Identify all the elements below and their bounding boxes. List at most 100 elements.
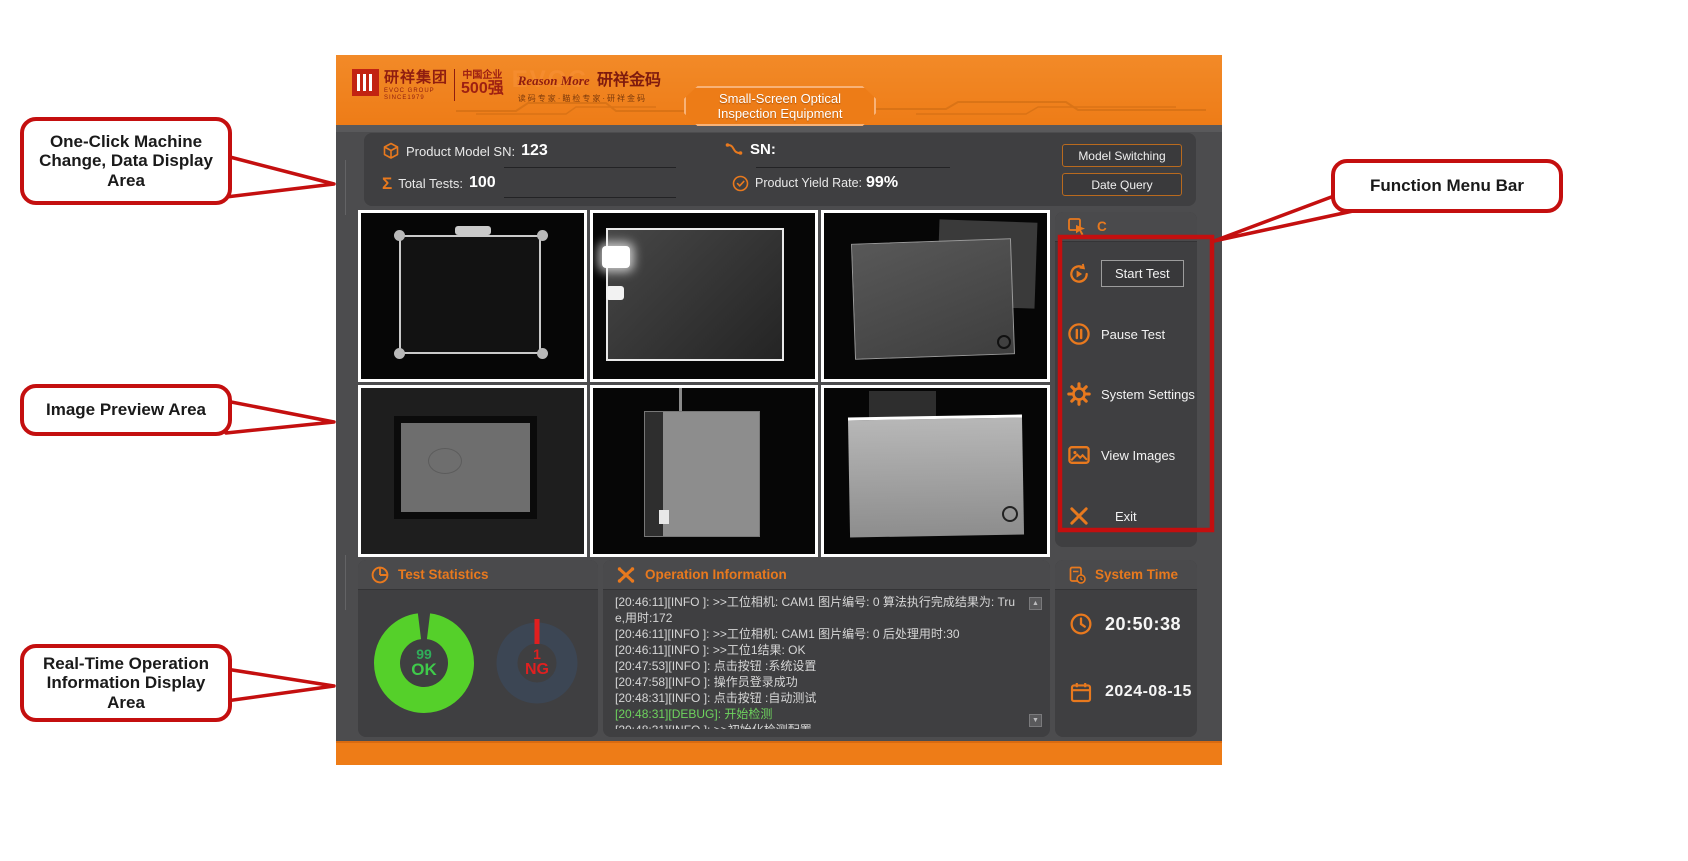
sigma-icon: Σ bbox=[382, 175, 392, 192]
operation-info-header: Operation Information bbox=[603, 560, 1050, 590]
logo-script-text: Reason More bbox=[518, 73, 590, 88]
ng-count: 1 bbox=[533, 647, 541, 662]
app-title-line1: Small-Screen Optical bbox=[719, 91, 841, 106]
preview-image-4 bbox=[358, 385, 587, 557]
system-time-title: System Time bbox=[1095, 567, 1178, 582]
log-line: [20:46:11][INFO ]: >>工位1结果: OK bbox=[615, 642, 1024, 658]
exit-label: Exit bbox=[1115, 509, 1137, 524]
app-title-line2: Inspection Equipment bbox=[717, 106, 842, 121]
date-query-button[interactable]: Date Query bbox=[1062, 173, 1182, 196]
logo-divider bbox=[454, 69, 455, 101]
pause-test-label: Pause Test bbox=[1101, 327, 1165, 342]
sn-label: SN: bbox=[750, 141, 776, 158]
system-time-panel: System Time 20:50:38 2024-08-15 bbox=[1055, 560, 1197, 737]
yield-label: Product Yield Rate: bbox=[755, 176, 862, 190]
function-menu-panel: C Start Test Pause Test bbox=[1055, 212, 1197, 547]
preview-image-5 bbox=[590, 385, 819, 557]
operation-info-title: Operation Information bbox=[645, 567, 787, 582]
logo-rank-top: 中国企业 bbox=[461, 66, 504, 81]
gear-icon bbox=[1067, 382, 1091, 406]
start-test-button[interactable]: Start Test bbox=[1055, 260, 1197, 287]
logo-rank-bottom: 500强 bbox=[461, 81, 504, 97]
log-scroll-up-button[interactable]: ▲ bbox=[1029, 597, 1042, 610]
ok-donut-chart: 99 OK bbox=[368, 607, 480, 719]
callout-image-area: Image Preview Area bbox=[20, 384, 232, 436]
preview-image-3 bbox=[821, 210, 1050, 382]
circuit-decoration-left bbox=[456, 99, 686, 115]
edge-bracket-decoration bbox=[345, 555, 346, 610]
view-images-button[interactable]: View Images bbox=[1055, 444, 1197, 466]
test-statistics-header: Test Statistics bbox=[358, 560, 598, 590]
log-line: [20:47:58][INFO ]: 操作员登录成功 bbox=[615, 674, 1024, 690]
ng-donut-chart: 1 NG bbox=[487, 613, 587, 713]
edge-bracket-decoration bbox=[345, 160, 346, 215]
callout-log-area: Real-Time Operation Information Display … bbox=[20, 644, 232, 722]
test-statistics-panel: Test Statistics 99 OK 1 bbox=[358, 560, 598, 737]
preview-image-6 bbox=[821, 385, 1050, 557]
log-line: [20:46:11][INFO ]: >>工位相机: CAM1 图片编号: 0 … bbox=[615, 594, 1024, 626]
logo-group-en: EVOC GROUP bbox=[384, 88, 448, 94]
log-line: [20:46:11][INFO ]: >>工位相机: CAM1 图片编号: 0 … bbox=[615, 626, 1024, 642]
ok-label: OK bbox=[411, 661, 437, 679]
circuit-decoration-right bbox=[876, 99, 1206, 115]
data-display-panel: Product Model SN: 123 Σ Total Tests: 100… bbox=[364, 133, 1196, 206]
logo-brand-name: 研祥金码 bbox=[597, 72, 661, 89]
callout-tail-image-area bbox=[226, 401, 334, 433]
exit-x-icon bbox=[1067, 504, 1091, 528]
yield-check-icon bbox=[732, 175, 749, 192]
current-date: 2024-08-15 bbox=[1105, 683, 1192, 701]
pause-test-button[interactable]: Pause Test bbox=[1055, 322, 1197, 346]
doc-clock-icon bbox=[1067, 565, 1087, 585]
log-line: [20:48:31][INFO ]: 点击按钮 :自动测试 bbox=[615, 690, 1024, 706]
view-images-label: View Images bbox=[1101, 448, 1175, 463]
sn-connector-icon bbox=[724, 140, 744, 158]
model-switching-button[interactable]: Model Switching bbox=[1062, 144, 1182, 167]
system-settings-button[interactable]: System Settings bbox=[1055, 382, 1197, 406]
product-model-value: 123 bbox=[521, 142, 548, 160]
exit-button[interactable]: Exit bbox=[1055, 504, 1197, 528]
logo-since: SINCE1979 bbox=[384, 95, 448, 101]
log-line: [20:47:53][INFO ]: 点击按钮 :系统设置 bbox=[615, 658, 1024, 674]
ng-label: NG bbox=[525, 662, 549, 679]
system-time-header: System Time bbox=[1055, 560, 1197, 590]
callout-menu-area: Function Menu Bar bbox=[1331, 159, 1563, 213]
app-header: 研祥集团 EVOC GROUP SINCE1979 中国企业 500强 EVOC… bbox=[336, 55, 1222, 125]
callout-tail-log-area bbox=[226, 669, 334, 701]
pie-chart-icon bbox=[370, 565, 390, 585]
pause-test-icon bbox=[1067, 322, 1091, 346]
screenshot-stage: 研祥集团 EVOC GROUP SINCE1979 中国企业 500强 EVOC… bbox=[0, 0, 1688, 861]
total-tests-value: 100 bbox=[469, 174, 496, 192]
operation-log: [20:46:11][INFO ]: >>工位相机: CAM1 图片编号: 0 … bbox=[615, 594, 1024, 729]
product-model-label: Product Model SN: bbox=[406, 144, 515, 159]
ok-count: 99 bbox=[416, 647, 432, 662]
function-menu-title: C bbox=[1097, 219, 1107, 234]
underline bbox=[504, 167, 676, 168]
crossed-tools-icon bbox=[615, 565, 637, 585]
clock-icon bbox=[1069, 612, 1093, 636]
underline bbox=[504, 197, 676, 198]
log-line-debug: [20:48:31][DEBUG]: 开始检测 bbox=[615, 706, 1024, 722]
underline bbox=[756, 167, 950, 168]
callout-tail-data-area bbox=[226, 156, 334, 197]
logo-group-name: 研祥集团 bbox=[384, 66, 448, 87]
logo-mark-icon bbox=[352, 69, 379, 96]
callout-data-area: One-Click Machine Change, Data Display A… bbox=[20, 117, 232, 205]
app-window: 研祥集团 EVOC GROUP SINCE1979 中国企业 500强 EVOC… bbox=[336, 55, 1222, 765]
operation-info-panel: Operation Information [20:46:11][INFO ]:… bbox=[603, 560, 1050, 737]
log-scroll-down-button[interactable]: ▼ bbox=[1029, 714, 1042, 727]
yield-value: 99% bbox=[866, 174, 898, 192]
app-title-plate: Small-Screen Optical Inspection Equipmen… bbox=[684, 86, 876, 126]
log-line: [20:48:31][INFO ]: >>初始化检测配置 bbox=[615, 722, 1024, 729]
header-band-decoration bbox=[336, 125, 1222, 132]
calendar-icon bbox=[1069, 680, 1093, 704]
current-time: 20:50:38 bbox=[1105, 614, 1181, 635]
product-box-icon bbox=[382, 142, 400, 160]
test-statistics-title: Test Statistics bbox=[398, 567, 489, 582]
system-settings-label: System Settings bbox=[1101, 387, 1195, 402]
preview-image-2 bbox=[590, 210, 819, 382]
total-tests-label: Total Tests: bbox=[398, 176, 463, 191]
image-preview-grid bbox=[358, 210, 1050, 557]
preview-image-1 bbox=[358, 210, 587, 382]
hand-click-icon bbox=[1067, 217, 1089, 237]
app-footer-strip bbox=[336, 741, 1222, 765]
